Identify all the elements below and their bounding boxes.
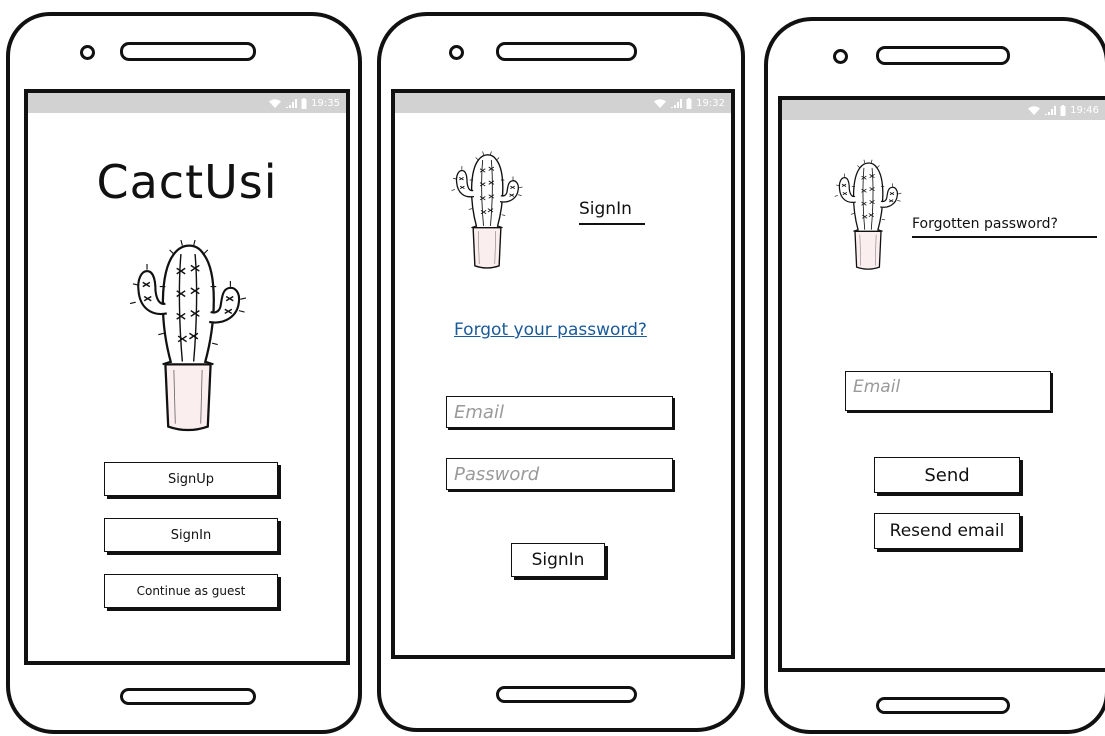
signal-icon (671, 98, 683, 108)
camera-icon (80, 45, 95, 60)
signal-icon (1045, 105, 1057, 115)
status-time: 19:32 (696, 97, 725, 109)
wifi-icon (654, 98, 667, 108)
status-time: 19:35 (311, 97, 340, 109)
cactus-icon (437, 141, 537, 271)
speaker-icon (876, 46, 1010, 65)
phone-frame-signin: 19:32 SignIn Forgot your password? Email… (377, 12, 745, 732)
status-bar: 19:32 (395, 93, 731, 113)
forgot-password-link[interactable]: Forgot your password? (454, 320, 647, 340)
battery-icon (301, 97, 307, 109)
cactus-icon (822, 150, 914, 272)
wifi-icon (1028, 105, 1041, 115)
phone-frame-welcome: 19:35 CactUsi SignUp SignIn Continue as … (6, 12, 362, 734)
home-button-icon[interactable] (120, 688, 256, 705)
wifi-icon (269, 98, 282, 108)
camera-icon (833, 49, 848, 64)
cactus-icon (106, 223, 270, 435)
send-button[interactable]: Send (874, 457, 1020, 493)
status-bar: 19:46 (782, 100, 1105, 120)
speaker-icon (120, 42, 256, 61)
speaker-icon (496, 42, 637, 61)
page-title: SignIn (579, 199, 645, 225)
camera-icon (449, 45, 464, 60)
continue-as-guest-button[interactable]: Continue as guest (104, 574, 278, 608)
home-button-icon[interactable] (496, 686, 637, 703)
email-field[interactable]: Email (845, 371, 1051, 411)
password-field[interactable]: Password (446, 458, 673, 490)
page-title: Forgotten password? (912, 216, 1097, 238)
forgot-password-screen: 19:46 Forgotten password? Email Send Res… (778, 96, 1105, 672)
app-title: CactUsi (96, 155, 278, 209)
battery-icon (1060, 104, 1066, 116)
signin-screen: 19:32 SignIn Forgot your password? Email… (391, 89, 735, 659)
signup-button[interactable]: SignUp (104, 462, 278, 496)
battery-icon (686, 97, 692, 109)
status-bar: 19:35 (28, 93, 346, 113)
home-button-icon[interactable] (876, 697, 1010, 714)
signin-button[interactable]: SignIn (104, 518, 278, 552)
email-field[interactable]: Email (446, 396, 673, 428)
welcome-screen: 19:35 CactUsi SignUp SignIn Continue as … (24, 89, 350, 665)
signin-submit-button[interactable]: SignIn (511, 543, 605, 577)
resend-email-button[interactable]: Resend email (874, 513, 1020, 549)
status-time: 19:46 (1070, 104, 1099, 116)
phone-frame-forgot-password: 19:46 Forgotten password? Email Send Res… (764, 17, 1105, 734)
signal-icon (286, 98, 298, 108)
